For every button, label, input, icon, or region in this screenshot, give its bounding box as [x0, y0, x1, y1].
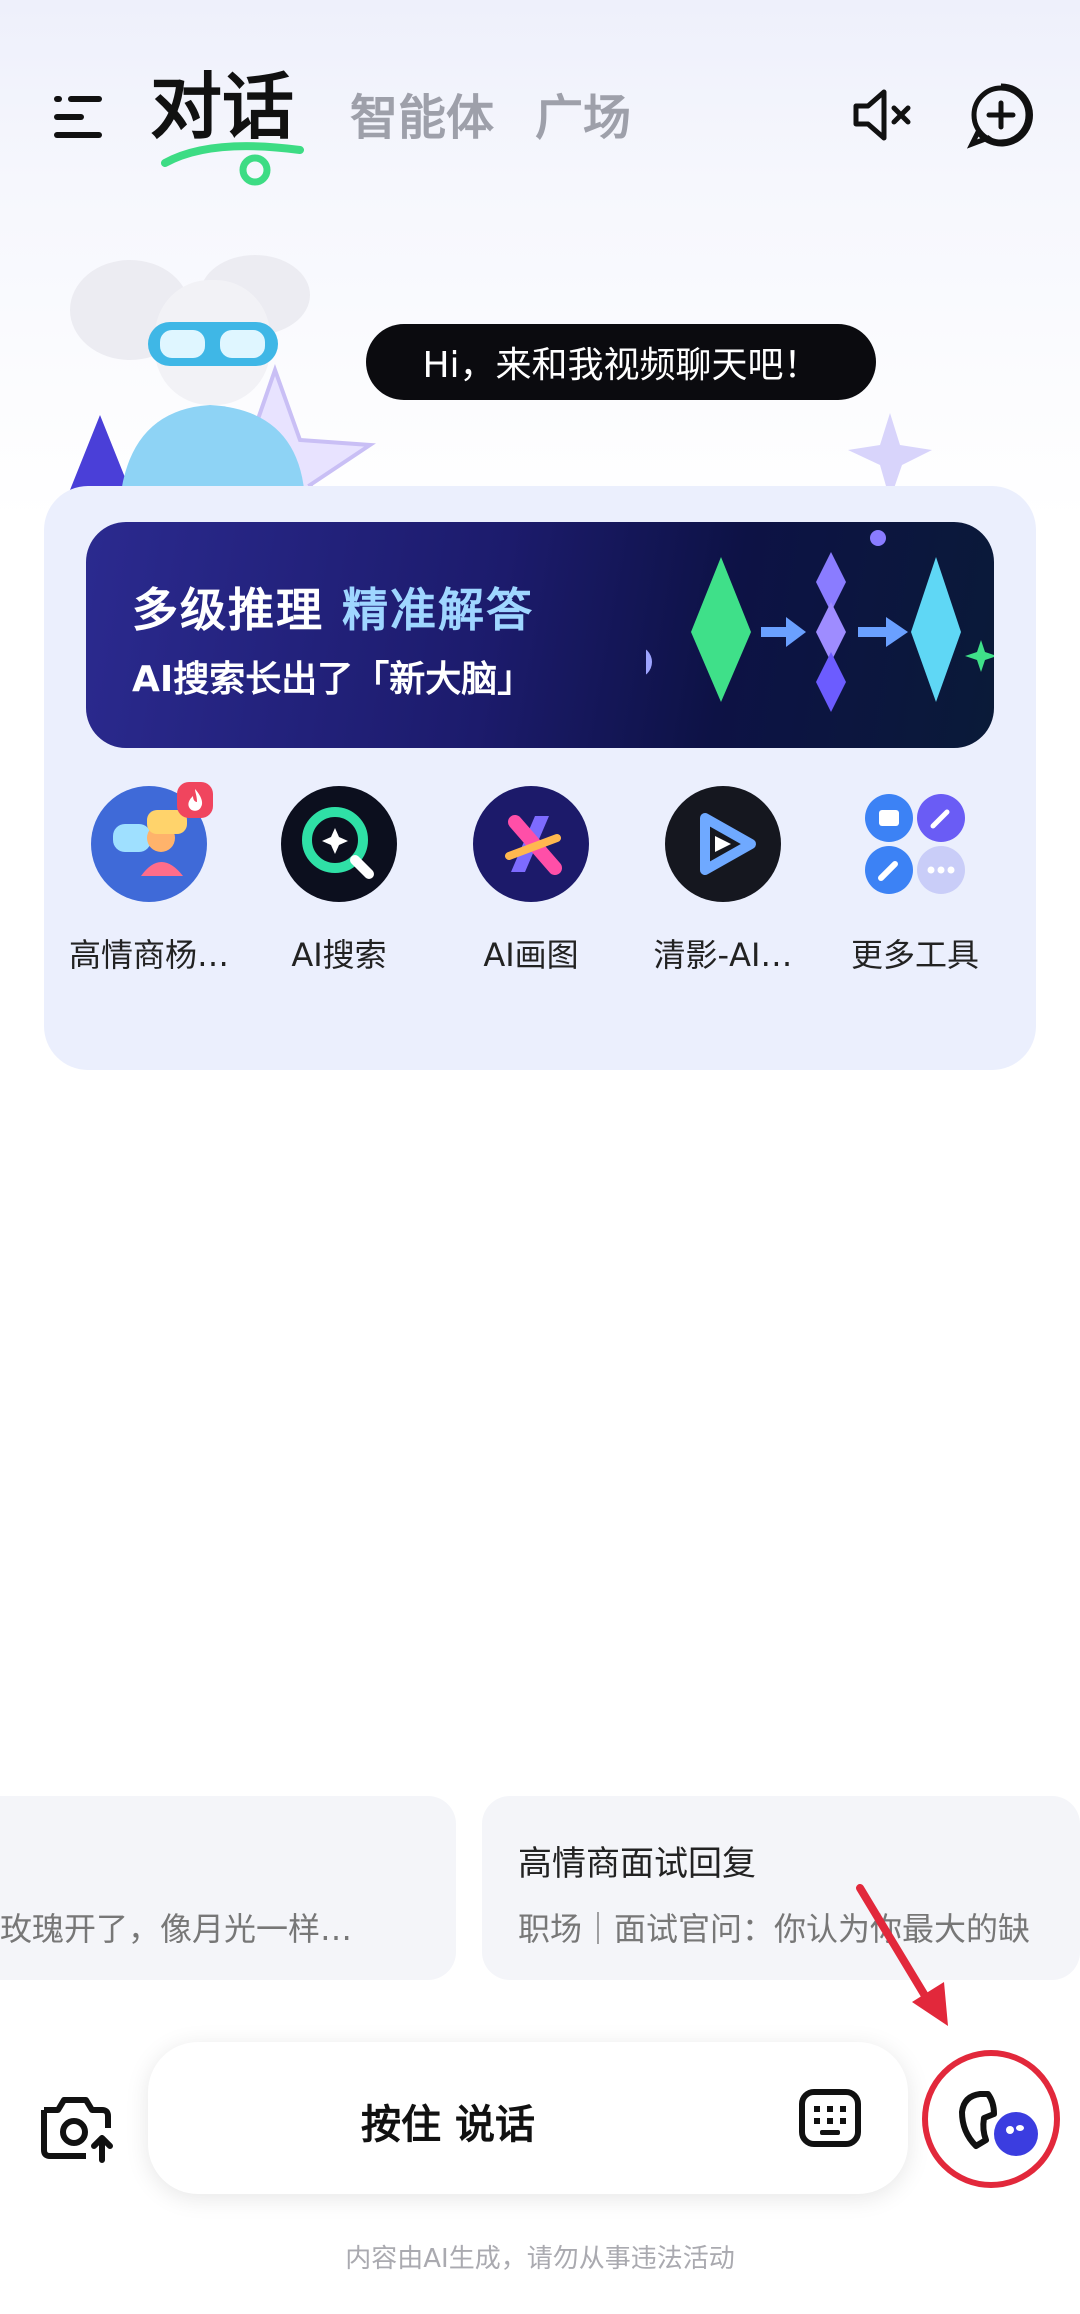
annotation-arrow-icon [856, 1884, 948, 2026]
tool-label: 清影-AI… [653, 936, 793, 974]
mute-icon[interactable] [848, 80, 918, 150]
more-tools-icon [857, 786, 973, 902]
ai-disclaimer: 内容由AI生成，请勿从事违法活动 [345, 2244, 735, 2274]
annotation-circle [922, 2050, 1060, 2188]
banner-title: 多级推理 精准解答 [132, 574, 534, 640]
tool-label: 高情商杨… [68, 936, 229, 974]
new-chat-icon[interactable] [966, 80, 1036, 150]
promo-banner[interactable]: 多级推理 精准解答 AI搜索长出了「新大脑」 [86, 522, 994, 748]
tool-label: 更多工具 [850, 936, 979, 974]
tool-item-more[interactable]: 更多工具 [820, 786, 1010, 976]
chat-people-icon [91, 782, 213, 902]
suggestion-title: 高情商面试回复 [518, 1844, 756, 1884]
tool-shortcuts: 高情商杨… AI搜索 AI画图 清影-AI… 更多工具 [44, 782, 1036, 986]
tool-label: AI画图 [483, 936, 579, 974]
tool-item-ai-draw[interactable]: AI画图 [436, 786, 626, 976]
keyboard-icon[interactable] [798, 2086, 862, 2150]
banner-subtitle: AI搜索长出了「新大脑」 [132, 659, 534, 700]
fire-badge-icon [177, 782, 213, 818]
push-to-talk-label: 按住 说话 [361, 2102, 535, 2148]
ai-draw-icon [473, 786, 589, 902]
suggestion-card[interactable]: 玫瑰开了，像月光一样… [0, 1796, 456, 1980]
tab-chat[interactable]: 对话 [150, 48, 294, 153]
banner-title-part1: 多级推理 [132, 583, 324, 637]
tool-item-ai-search[interactable]: AI搜索 [244, 786, 434, 976]
banner-diamond-art-icon [646, 530, 994, 712]
feature-card: 多级推理 精准解答 AI搜索长出了「新大脑」 高情商杨… AI搜索 AI画图 清… [44, 486, 1036, 1070]
tab-agents[interactable]: 智能体 [350, 78, 494, 148]
video-play-icon [665, 786, 781, 902]
tab-plaza[interactable]: 广场 [535, 78, 631, 148]
greeting-bubble[interactable]: Hi，来和我视频聊天吧！ [366, 324, 876, 400]
banner-title-part2: 精准解答 [342, 583, 535, 637]
menu-icon[interactable] [50, 90, 110, 150]
camera-upload-icon[interactable] [36, 2088, 120, 2164]
ai-search-icon [281, 786, 397, 902]
top-nav: 对话 智能体 广场 [0, 40, 1080, 186]
tool-label: AI搜索 [291, 936, 387, 974]
tool-item-qingying[interactable]: 清影-AI… [628, 786, 818, 976]
tool-item-eq-chat[interactable]: 高情商杨… [54, 782, 244, 976]
suggestion-card[interactable]: 高情商面试回复 职场｜面试官问：你认为你最大的缺 [482, 1796, 1080, 1980]
push-to-talk-button[interactable]: 按住 说话 [148, 2042, 908, 2194]
suggestion-desc: 玫瑰开了，像月光一样… [0, 1910, 353, 1948]
